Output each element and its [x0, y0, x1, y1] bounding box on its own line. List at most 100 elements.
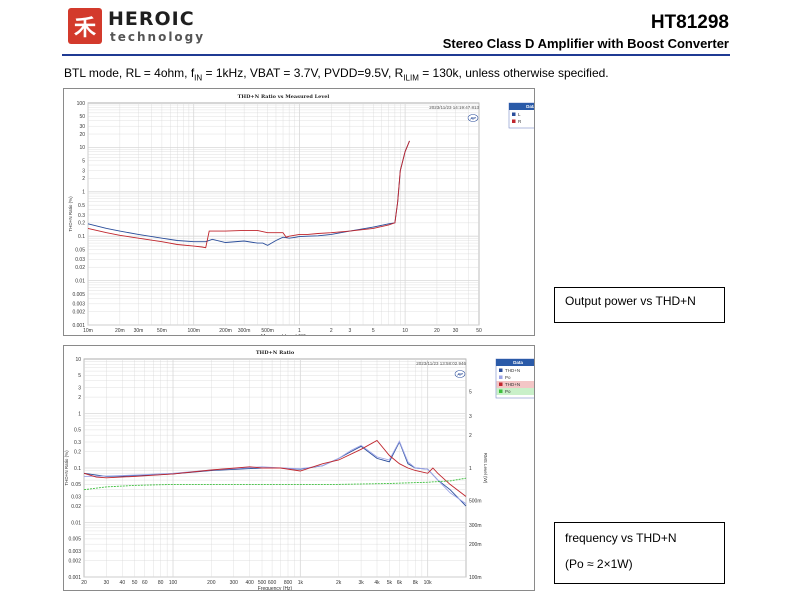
x-tick-label: 5	[372, 328, 375, 334]
y-tick-label: 2	[78, 395, 81, 401]
x-tick-label: 20m	[115, 328, 125, 334]
x-tick-label: 6k	[397, 580, 403, 586]
legend-title: Data	[526, 104, 534, 109]
x-tick-label: 3	[348, 328, 351, 334]
x-tick-label: 60	[142, 580, 148, 586]
x-tick-label: 200m	[219, 328, 232, 334]
y-tick-label: 20	[79, 132, 85, 138]
chart-freq-vs-thd-svg: 20 30 40 50 60 80 100 200 300 400 500 600 800 1k 2k 3k 4…	[64, 350, 534, 590]
x-tick-label: 50	[476, 328, 482, 334]
y2-tick-label: 3	[469, 414, 472, 420]
legend-label: THD+N	[505, 382, 520, 387]
legend-label: Po	[505, 375, 511, 380]
y2-tick-label: 200m	[469, 542, 482, 548]
y-tick-label: 0.5	[74, 428, 81, 434]
x-tick-label: 10	[402, 328, 408, 334]
plot-area	[87, 102, 480, 326]
legend-swatch	[512, 112, 516, 116]
caption-bottom: frequency vs THD+N (Po ≈ 2×1W)	[554, 522, 725, 584]
x-tick-label: 50m	[157, 328, 167, 334]
y-axis-label: THD+N Ratio (%)	[64, 450, 69, 486]
x-tick-label: 200	[207, 580, 216, 586]
caption-top: Output power vs THD+N	[554, 287, 725, 323]
legend-swatch	[499, 382, 503, 386]
y-tick-label: 10	[75, 357, 81, 363]
y-tick-label: 50	[79, 114, 85, 120]
x-axis-label: Measured Level (W)	[261, 334, 306, 335]
x-tick-label: 80	[158, 580, 164, 586]
y-tick-label: 0.002	[68, 558, 81, 564]
x-tick-label: 50	[132, 580, 138, 586]
x-tick-label: 30	[104, 580, 110, 586]
y-tick-label: 0.003	[68, 549, 81, 555]
header-rule	[62, 54, 730, 56]
x-tick-label: 30	[453, 328, 459, 334]
x-tick-label: 10k	[424, 580, 433, 586]
chart-timestamp: 2023/11/23 13:58:02.946	[416, 361, 466, 366]
cond-part2: = 1kHz, VBAT = 3.7V, PVDD=9.5V, R	[202, 66, 404, 80]
y-tick-label: 0.02	[75, 265, 85, 271]
y-tick-label: 0.003	[72, 302, 85, 308]
test-conditions: BTL mode, RL = 4ohm, fIN = 1kHz, VBAT = …	[64, 66, 609, 82]
cond-part1: BTL mode, RL = 4ohm, f	[64, 66, 195, 80]
y2-tick-label: 5	[469, 390, 472, 396]
ap-logo-text: AP	[456, 372, 463, 377]
legend-swatch	[512, 119, 516, 123]
y-tick-label: 0.3	[78, 213, 85, 219]
document-subtitle: Stereo Class D Amplifier with Boost Conv…	[442, 36, 729, 51]
y2-tick-label: 100m	[469, 575, 482, 581]
y-tick-label: 0.05	[71, 482, 81, 488]
x-tick-label: 2	[330, 328, 333, 334]
y-tick-label: 0.1	[78, 234, 85, 240]
company-logo: 禾 HEROIC technology	[68, 8, 208, 44]
y-axis-label: THD+N Ratio (%)	[68, 196, 73, 232]
logo-word-heroic: HEROIC	[108, 8, 195, 30]
chart-timestamp: 2023/11/23 14:19:47.813	[429, 105, 479, 110]
y2-tick-label: 2	[469, 433, 472, 439]
y-tick-label: 0.01	[71, 520, 81, 526]
y-tick-label: 0.002	[72, 309, 85, 315]
legend-title: Data	[513, 360, 523, 365]
y-tick-label: 5	[78, 373, 81, 379]
x-tick-label: 40	[120, 580, 126, 586]
caption-bottom-line1: frequency vs THD+N	[565, 531, 677, 545]
y-tick-label: 1	[82, 190, 85, 196]
legend-swatch	[499, 389, 503, 393]
x-tick-label: 300	[230, 580, 239, 586]
y-tick-label: 3	[82, 168, 85, 174]
y-tick-label: 0.001	[72, 323, 85, 329]
x-tick-label: 30m	[134, 328, 144, 334]
legend-label: THD+N	[505, 368, 520, 373]
y-tick-label: 100	[77, 101, 86, 107]
y-tick-label: 0.01	[75, 278, 85, 284]
y-tick-label: 5	[82, 159, 85, 165]
y2-tick-label: 1	[469, 466, 472, 472]
y-tick-label: 0.005	[68, 537, 81, 543]
chart-power-vs-thd: 10m 20m 30m 50m 100m 200m 300m 500m 1 2 3 5 10 20 30 50…	[63, 88, 535, 336]
caption-bottom-line2: (Po ≈ 2×1W)	[565, 557, 633, 571]
y-tick-label: 0.1	[74, 466, 81, 472]
chart-title: THD+N Ratio vs Measured Level	[238, 94, 330, 100]
x-tick-label: 4k	[374, 580, 380, 586]
x-tick-label: 300m	[238, 328, 251, 334]
y-tick-label: 1	[78, 411, 81, 417]
x-tick-label: 8k	[413, 580, 419, 586]
y2-tick-label: 300m	[469, 523, 482, 529]
y-tick-label: 0.005	[72, 292, 85, 298]
y-tick-label: 0.02	[71, 504, 81, 510]
x-tick-label: 20	[81, 580, 87, 586]
y-tick-label: 10	[79, 145, 85, 151]
x-tick-label: 100	[169, 580, 178, 586]
y-tick-label: 0.2	[74, 449, 81, 455]
y-tick-label: 0.001	[68, 575, 81, 581]
x-tick-label: 100m	[187, 328, 200, 334]
part-number: HT81298	[650, 12, 729, 33]
chart-freq-vs-thd: 20 30 40 50 60 80 100 200 300 400 500 600 800 1k 2k 3k 4…	[63, 345, 535, 591]
ap-logo-text: AP	[469, 116, 476, 121]
y-tick-label: 0.2	[78, 221, 85, 227]
x-tick-label: 20	[434, 328, 440, 334]
x-tick-label: 3k	[358, 580, 364, 586]
y-tick-label: 0.03	[71, 494, 81, 500]
legend-swatch	[499, 368, 503, 372]
cond-sub2: ILIM	[403, 73, 419, 83]
